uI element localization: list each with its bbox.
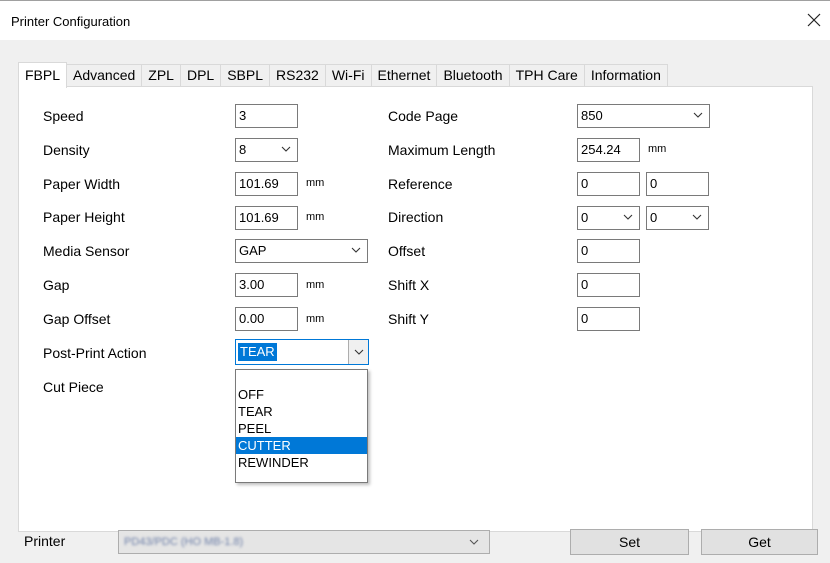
chevron-down-icon [469,539,479,545]
paper-width-unit: mm [306,177,325,189]
tab-information[interactable]: Information [583,64,668,87]
reference-y-input[interactable]: 0 [646,172,709,196]
maximum-length-label: Maximum Length [388,142,496,158]
chevron-down-icon [351,247,361,253]
media-sensor-label: Media Sensor [43,243,130,259]
tab-tph-care[interactable]: TPH Care [508,64,585,87]
direction-a-value: 0 [581,210,589,225]
direction-b-combo[interactable]: 0 [646,206,709,230]
chevron-down-icon [623,214,633,220]
post-print-action-value: TEAR [238,343,277,361]
dropdown-option-peel[interactable]: PEEL [236,420,367,437]
shift-y-input[interactable]: 0 [577,307,640,331]
dialog-body: FBPL Advanced ZPL DPL SBPL RS232 Wi-Fi E… [0,40,830,563]
dropdown-option-cutter[interactable]: CUTTER [236,437,367,454]
reference-x-input[interactable]: 0 [577,172,640,196]
direction-b-value: 0 [650,210,658,225]
shift-x-label: Shift X [388,277,430,293]
code-page-combo[interactable]: 850 [577,104,710,128]
media-sensor-value: GAP [239,243,267,258]
printer-value: PD43/PDC (HO MB-1.8) [124,536,244,548]
paper-height-label: Paper Height [43,209,125,225]
chevron-down-icon [693,112,703,118]
chevron-down-icon [281,146,291,152]
printer-label: Printer [24,533,66,549]
chevron-down-icon [354,349,363,355]
maximum-length-unit: mm [648,143,667,155]
cut-piece-label: Cut Piece [43,379,104,395]
post-print-action-combo[interactable]: TEAR [235,339,369,365]
gap-offset-input[interactable]: 0.00 [235,307,298,331]
reference-label: Reference [388,176,453,192]
post-print-action-label: Post-Print Action [43,345,147,361]
post-print-action-dropdown-list: OFF TEAR PEEL CUTTER REWINDER [235,369,368,483]
tab-wifi[interactable]: Wi-Fi [324,64,372,87]
tab-dpl[interactable]: DPL [179,64,222,87]
post-print-action-dropdown-button[interactable] [348,340,368,364]
gap-offset-label: Gap Offset [43,311,111,327]
tab-advanced[interactable]: Advanced [66,64,143,87]
tab-fbpl[interactable]: FBPL [18,62,68,88]
footer-bar: Printer PD43/PDC (HO MB-1.8) Set Get [0,487,830,563]
printer-combo[interactable]: PD43/PDC (HO MB-1.8) [118,530,490,554]
tab-rs232[interactable]: RS232 [269,64,326,87]
tab-zpl[interactable]: ZPL [141,64,181,87]
tab-bluetooth[interactable]: Bluetooth [436,64,510,87]
window-title: Printer Configuration [11,14,131,29]
title-bar: Printer Configuration [0,0,830,40]
tab-sbpl[interactable]: SBPL [220,64,271,87]
dropdown-option-off[interactable]: OFF [236,386,367,403]
gap-input[interactable]: 3.00 [235,273,298,297]
offset-input[interactable]: 0 [577,239,640,263]
code-page-label: Code Page [388,108,459,124]
gap-unit: mm [306,279,325,291]
get-button[interactable]: Get [701,529,818,555]
paper-height-unit: mm [306,211,325,223]
dropdown-option-tear[interactable]: TEAR [236,403,367,420]
density-label: Density [43,142,90,158]
fbpl-panel: Speed Density Paper Width Paper Height M… [18,86,813,532]
shift-x-input[interactable]: 0 [577,273,640,297]
close-icon [807,13,821,27]
paper-height-input[interactable]: 101.69 [235,206,298,230]
set-button[interactable]: Set [570,529,689,555]
speed-input[interactable]: 3 [235,104,298,128]
gap-label: Gap [43,277,70,293]
tab-strip: FBPL Advanced ZPL DPL SBPL RS232 Wi-Fi E… [18,62,668,88]
direction-label: Direction [388,209,444,225]
density-combo[interactable]: 8 [235,138,298,162]
maximum-length-input[interactable]: 254.24 [577,138,640,162]
code-page-value: 850 [581,108,603,123]
dropdown-option-rewinder[interactable]: REWINDER [236,454,367,471]
gap-offset-unit: mm [306,313,325,325]
tab-ethernet[interactable]: Ethernet [370,64,438,87]
shift-y-label: Shift Y [388,311,429,327]
density-value: 8 [239,142,247,157]
offset-label: Offset [388,243,426,259]
media-sensor-combo[interactable]: GAP [235,239,368,263]
paper-width-input[interactable]: 101.69 [235,172,298,196]
speed-label: Speed [43,108,84,124]
close-button[interactable] [798,3,830,37]
chevron-down-icon [692,214,702,220]
paper-width-label: Paper Width [43,176,121,192]
direction-a-combo[interactable]: 0 [577,206,640,230]
